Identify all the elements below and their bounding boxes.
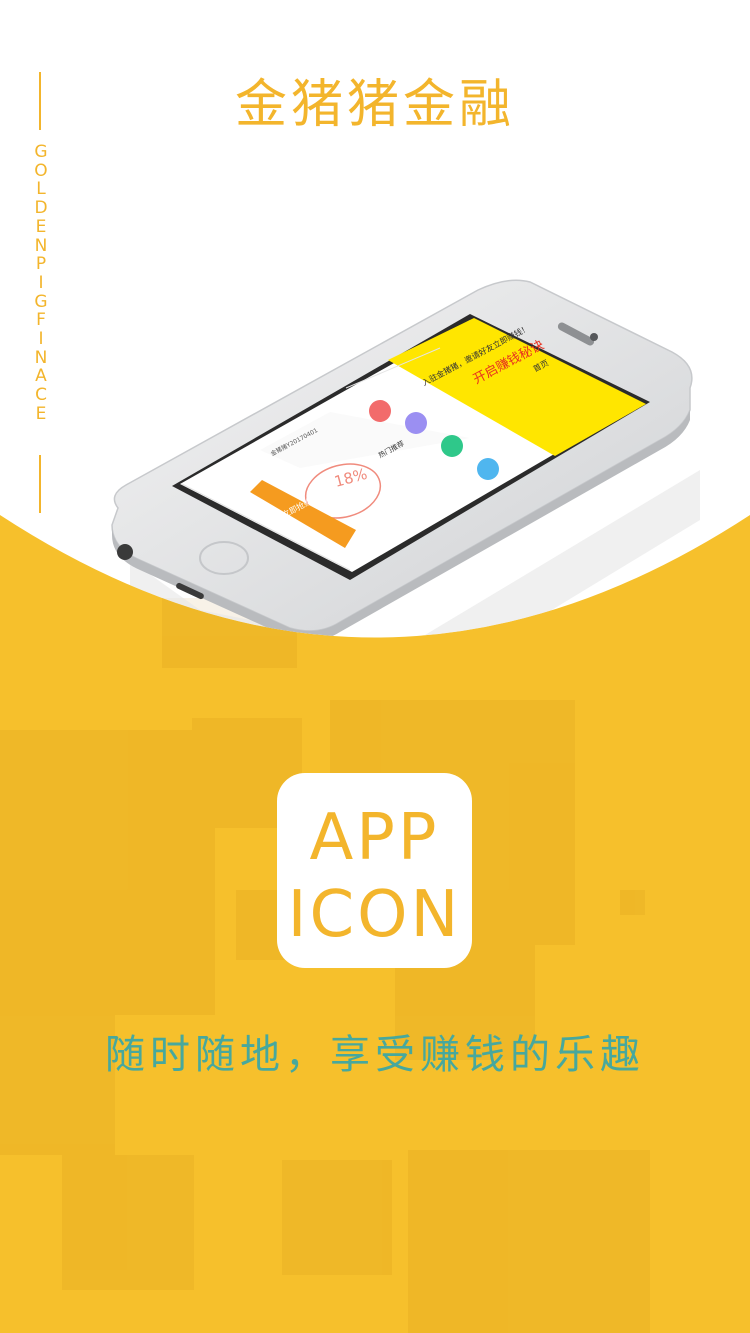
screen-quick-action-icon	[369, 400, 391, 422]
screen-quick-action-icon	[441, 435, 463, 457]
app-icon-line2: ICON	[287, 878, 462, 952]
screen-quick-action-icon	[477, 458, 499, 480]
tagline: 随时随地，享受赚钱的乐趣	[105, 1032, 645, 1078]
app-icon-line1: APP	[309, 801, 440, 875]
splash-screen: 金猪猪金融 GOLDENPIGFINACE 开启赚钱秘诀 入驻金猪猪，邀请好友立…	[0, 0, 750, 1333]
app-icon: APP ICON	[277, 773, 472, 968]
phone-mockup: 开启赚钱秘诀 入驻金猪猪，邀请好友立即赚钱！ 首页 18% 立即抢购 热门推荐 …	[111, 279, 700, 638]
screen-quick-action-icon	[405, 412, 427, 434]
